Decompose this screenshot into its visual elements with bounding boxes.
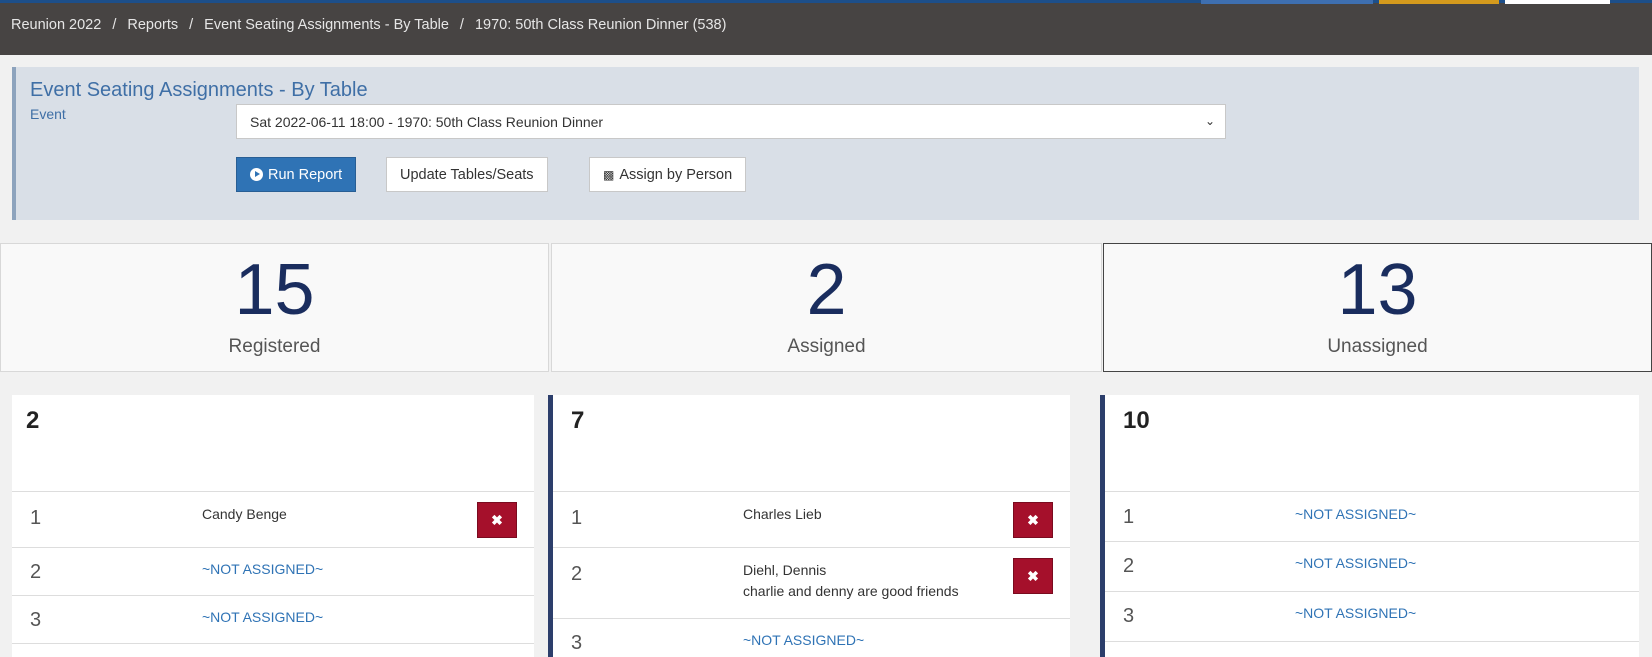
event-label: Event [30, 106, 66, 122]
seat-guest-name: Diehl, Dennis [743, 562, 827, 578]
stat-registered[interactable]: 15 Registered [0, 243, 549, 372]
sitemap-icon: ▩ [603, 167, 615, 182]
table-number: 10 [1105, 395, 1639, 492]
remove-guest-button[interactable]: ✖ [477, 502, 517, 538]
not-assigned-link[interactable]: ~NOT ASSIGNED~ [1295, 504, 1416, 525]
run-report-label: Run Report [268, 166, 343, 183]
seat-row: 1 Charles Lieb ✖ [553, 492, 1070, 548]
seat-row: 3 ~NOT ASSIGNED~ [553, 619, 1070, 657]
event-select[interactable]: Sat 2022-06-11 18:00 - 1970: 50th Class … [236, 104, 1226, 139]
table-card: 2 1 Candy Benge ✖ 2 ~NOT ASSIGNED~ 3 ~NO… [12, 395, 534, 657]
assign-by-person-button[interactable]: ▩ Assign by Person [589, 157, 747, 192]
report-filter-panel: Event Seating Assignments - By Table Eve… [12, 67, 1639, 220]
seat-guest-name: Charles Lieb [743, 506, 822, 522]
stat-registered-value: 15 [234, 250, 315, 330]
table-number: 2 [12, 395, 534, 492]
not-assigned-link[interactable]: ~NOT ASSIGNED~ [202, 607, 323, 628]
breadcrumb: Reunion 2022 / Reports / Event Seating A… [11, 17, 726, 33]
run-report-button[interactable]: Run Report [236, 157, 357, 192]
not-assigned-link[interactable]: ~NOT ASSIGNED~ [743, 630, 864, 651]
seat-guest-note: charlie and denny are good friends [743, 583, 959, 599]
stat-registered-label: Registered [228, 336, 321, 357]
breadcrumb-report-type[interactable]: Event Seating Assignments - By Table [204, 17, 449, 33]
seat-row: 1 Candy Benge ✖ [12, 492, 534, 548]
update-tables-button[interactable]: Update Tables/Seats [386, 157, 548, 192]
seat-row: 2 ~NOT ASSIGNED~ [12, 548, 534, 596]
seat-row: 2 Diehl, Dennis charlie and denny are go… [553, 548, 1070, 619]
seat-number: 3 [571, 632, 583, 654]
top-color-tabs [1201, 0, 1652, 4]
not-assigned-link[interactable]: ~NOT ASSIGNED~ [202, 559, 323, 580]
seat-number: 3 [1123, 605, 1135, 627]
remove-guest-button[interactable]: ✖ [1013, 558, 1053, 594]
seat-row: 3 ~NOT ASSIGNED~ [1105, 592, 1639, 642]
seat-number: 1 [30, 507, 42, 529]
top-navbar: Reunion 2022 / Reports / Event Seating A… [0, 0, 1652, 55]
top-tab-white[interactable] [1505, 0, 1610, 4]
top-tab-blue[interactable] [1201, 0, 1373, 4]
stat-assigned-label: Assigned [787, 336, 866, 357]
seat-number: 1 [571, 507, 583, 529]
breadcrumb-separator: / [189, 17, 194, 33]
page-title: Event Seating Assignments - By Table [30, 79, 368, 101]
update-tables-label: Update Tables/Seats [400, 166, 534, 183]
seat-number: 2 [571, 563, 583, 585]
seat-number: 3 [30, 609, 42, 631]
assign-by-person-label: Assign by Person [619, 166, 733, 183]
breadcrumb-event: 1970: 50th Class Reunion Dinner (538) [474, 17, 727, 33]
seat-guest-name: Candy Benge [202, 506, 287, 522]
breadcrumb-reports[interactable]: Reports [127, 17, 178, 33]
stat-assigned-value: 2 [806, 250, 847, 330]
seat-number: 1 [1123, 506, 1135, 528]
stat-unassigned-label: Unassigned [1327, 336, 1428, 357]
play-circle-icon [250, 168, 263, 181]
table-card: 10 1 ~NOT ASSIGNED~ 2 ~NOT ASSIGNED~ 3 ~… [1100, 395, 1639, 657]
table-card: 7 1 Charles Lieb ✖ 2 Diehl, Dennis charl… [548, 395, 1070, 657]
seat-row: 1 ~NOT ASSIGNED~ [1105, 492, 1639, 542]
stat-unassigned[interactable]: 13 Unassigned [1103, 243, 1652, 372]
table-number: 7 [553, 395, 1070, 492]
seat-row: 2 ~NOT ASSIGNED~ [1105, 542, 1639, 592]
stat-unassigned-value: 13 [1337, 250, 1418, 330]
seat-row: 3 ~NOT ASSIGNED~ [12, 596, 534, 644]
chevron-down-icon: ⌄ [1204, 114, 1215, 128]
remove-guest-button[interactable]: ✖ [1013, 502, 1053, 538]
seat-number: 2 [1123, 555, 1135, 577]
breadcrumb-separator: / [112, 17, 117, 33]
not-assigned-link[interactable]: ~NOT ASSIGNED~ [1295, 553, 1416, 574]
top-tab-orange[interactable] [1379, 0, 1499, 4]
stat-assigned[interactable]: 2 Assigned [551, 243, 1102, 372]
seat-number: 2 [30, 561, 42, 583]
event-select-value: Sat 2022-06-11 18:00 - 1970: 50th Class … [250, 114, 604, 130]
not-assigned-link[interactable]: ~NOT ASSIGNED~ [1295, 603, 1416, 624]
breadcrumb-reunion[interactable]: Reunion 2022 [11, 17, 101, 33]
breadcrumb-separator: / [459, 17, 464, 33]
